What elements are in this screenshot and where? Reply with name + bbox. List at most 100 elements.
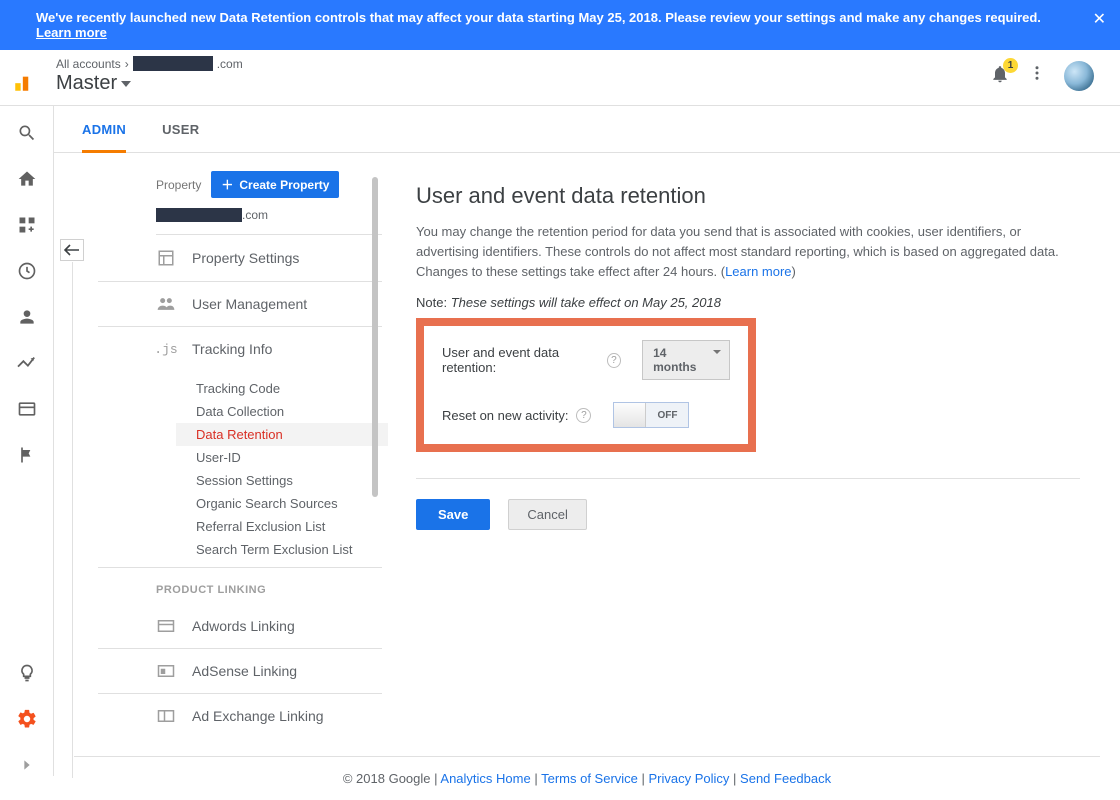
analytics-logo-icon bbox=[12, 68, 38, 94]
chevron-right-icon: › bbox=[125, 57, 129, 71]
property-selector[interactable]: .com bbox=[98, 206, 382, 230]
retention-select[interactable]: 14 months bbox=[642, 340, 730, 380]
create-property-button[interactable]: ＋ Create Property bbox=[211, 171, 339, 198]
property-column: Property ＋ Create Property .com Property… bbox=[54, 167, 382, 738]
reset-toggle[interactable]: OFF bbox=[613, 402, 689, 428]
people-icon bbox=[156, 296, 176, 312]
dashboard-icon bbox=[17, 215, 37, 235]
nav-adsense-linking[interactable]: AdSense Linking bbox=[98, 649, 382, 694]
person-icon bbox=[17, 307, 37, 327]
notification-count: 1 bbox=[1003, 58, 1018, 73]
sub-organic-search[interactable]: Organic Search Sources bbox=[196, 492, 382, 515]
lightbulb-icon bbox=[17, 663, 37, 683]
js-icon: .js bbox=[156, 342, 176, 357]
settings-highlight: User and event data retention: ? 14 mont… bbox=[416, 318, 756, 452]
breadcrumb-prefix: All accounts bbox=[56, 57, 121, 71]
copyright: © 2018 Google bbox=[343, 771, 431, 786]
help-icon[interactable]: ? bbox=[576, 408, 591, 423]
sub-user-id[interactable]: User-ID bbox=[196, 446, 382, 469]
chevron-right-icon bbox=[19, 757, 35, 773]
content-column: User and event data retention You may ch… bbox=[382, 167, 1120, 738]
sub-data-retention[interactable]: Data Retention bbox=[176, 423, 388, 446]
flag-icon bbox=[17, 445, 37, 465]
back-button[interactable] bbox=[60, 239, 84, 261]
tracking-sublist: Tracking Code Data Collection Data Reten… bbox=[98, 371, 382, 568]
learn-more-link[interactable]: Learn more bbox=[725, 264, 791, 279]
footer-analytics-home[interactable]: Analytics Home bbox=[440, 771, 530, 786]
adsense-icon bbox=[156, 664, 176, 678]
product-linking-header: PRODUCT LINKING bbox=[98, 568, 382, 604]
footer-tos[interactable]: Terms of Service bbox=[541, 771, 638, 786]
retention-label: User and event data retention: bbox=[442, 345, 599, 375]
effective-date-note: Note: These settings will take effect on… bbox=[416, 295, 1080, 310]
admin-tabs: ADMIN USER bbox=[54, 106, 1120, 153]
footer-feedback[interactable]: Send Feedback bbox=[740, 771, 831, 786]
expand-rail-button[interactable] bbox=[16, 754, 38, 776]
nav-adwords-linking[interactable]: Adwords Linking bbox=[98, 604, 382, 649]
acquisition-icon bbox=[16, 354, 38, 372]
page-title: User and event data retention bbox=[416, 183, 1080, 209]
nav-tracking-info[interactable]: .js Tracking Info bbox=[98, 327, 382, 371]
view-name: Master bbox=[56, 72, 117, 95]
page-description: You may change the retention period for … bbox=[416, 222, 1080, 282]
breadcrumb[interactable]: All accounts › .com Master bbox=[56, 56, 243, 95]
gear-icon bbox=[16, 708, 38, 730]
tree-line bbox=[72, 262, 73, 778]
nav-user-management[interactable]: User Management bbox=[98, 282, 382, 327]
close-icon[interactable]: ✕ bbox=[1093, 9, 1106, 29]
cancel-button[interactable]: Cancel bbox=[508, 499, 586, 530]
toggle-thumb bbox=[614, 403, 646, 427]
sub-search-term-exclusion[interactable]: Search Term Exclusion List bbox=[196, 538, 382, 561]
conversions-button[interactable] bbox=[16, 444, 38, 466]
acquisition-button[interactable] bbox=[16, 352, 38, 374]
create-property-label: Create Property bbox=[239, 178, 329, 192]
redacted-property-name bbox=[156, 208, 242, 222]
layout-icon bbox=[156, 249, 176, 267]
realtime-button[interactable] bbox=[16, 260, 38, 282]
behavior-icon bbox=[17, 399, 37, 419]
avatar[interactable] bbox=[1064, 61, 1094, 91]
breadcrumb-suffix: .com bbox=[217, 57, 243, 71]
notifications-button[interactable]: 1 bbox=[990, 64, 1010, 87]
adwords-icon bbox=[156, 619, 176, 633]
admin-button[interactable] bbox=[16, 708, 38, 730]
retention-value: 14 months bbox=[653, 346, 696, 374]
toggle-state: OFF bbox=[646, 403, 688, 427]
sub-referral-exclusion[interactable]: Referral Exclusion List bbox=[196, 515, 382, 538]
behavior-button[interactable] bbox=[16, 398, 38, 420]
save-button[interactable]: Save bbox=[416, 499, 490, 530]
tab-admin[interactable]: ADMIN bbox=[82, 106, 126, 153]
property-label: Property bbox=[156, 178, 201, 192]
search-icon bbox=[17, 123, 37, 143]
left-nav-rail bbox=[0, 106, 54, 776]
banner-text: We've recently launched new Data Retenti… bbox=[36, 10, 1041, 25]
customization-button[interactable] bbox=[16, 214, 38, 236]
home-button[interactable] bbox=[16, 168, 38, 190]
home-icon bbox=[17, 169, 37, 189]
redacted-account-name bbox=[133, 56, 213, 71]
app-header: All accounts › .com Master 1 bbox=[0, 50, 1120, 106]
nav-property-settings[interactable]: Property Settings bbox=[98, 235, 382, 282]
notification-banner: We've recently launched new Data Retenti… bbox=[0, 0, 1120, 50]
caret-down-icon bbox=[121, 81, 131, 87]
banner-learn-more-link[interactable]: Learn more bbox=[36, 25, 107, 40]
search-button[interactable] bbox=[16, 122, 38, 144]
footer-privacy[interactable]: Privacy Policy bbox=[649, 771, 730, 786]
more-menu-button[interactable] bbox=[1028, 64, 1046, 87]
reset-label: Reset on new activity: bbox=[442, 408, 568, 423]
clock-icon bbox=[17, 261, 37, 281]
sub-tracking-code[interactable]: Tracking Code bbox=[196, 377, 382, 400]
back-arrow-icon bbox=[64, 244, 80, 256]
audience-button[interactable] bbox=[16, 306, 38, 328]
tab-user[interactable]: USER bbox=[162, 106, 199, 152]
discover-button[interactable] bbox=[16, 662, 38, 684]
adexchange-icon bbox=[156, 709, 176, 723]
nav-adexchange-linking[interactable]: Ad Exchange Linking bbox=[98, 694, 382, 738]
vertical-dots-icon bbox=[1028, 64, 1046, 82]
help-icon[interactable]: ? bbox=[607, 353, 621, 368]
property-domain-suffix: .com bbox=[242, 208, 268, 222]
sub-session-settings[interactable]: Session Settings bbox=[196, 469, 382, 492]
plus-icon: ＋ bbox=[221, 176, 233, 193]
sub-data-collection[interactable]: Data Collection bbox=[196, 400, 382, 423]
scrollbar[interactable] bbox=[372, 177, 378, 497]
